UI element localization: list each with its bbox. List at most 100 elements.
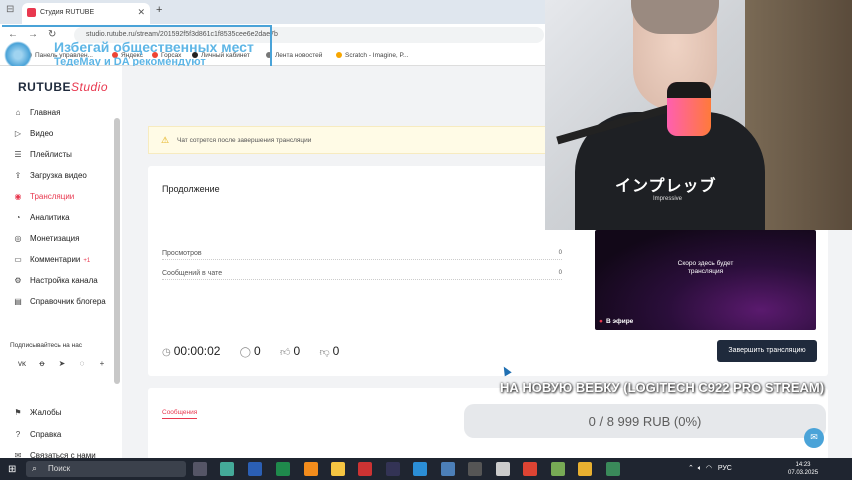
vk-icon[interactable]: ᴠᴋ bbox=[12, 359, 32, 368]
sidebar-item-label: Плейлисты bbox=[30, 150, 72, 159]
app-icon[interactable] bbox=[523, 462, 537, 476]
sidebar-item-blogger-guide[interactable]: ▤ Справочник блогера bbox=[12, 297, 106, 306]
network-icon[interactable]: ◠ bbox=[706, 465, 712, 472]
sidebar-item-playlists[interactable]: ☰ Плейлисты bbox=[12, 150, 72, 159]
vlc-icon[interactable] bbox=[304, 462, 318, 476]
sidebar-item-label: Главная bbox=[30, 108, 61, 117]
timer: ◷ 00:00:02 bbox=[162, 344, 220, 358]
viber-icon[interactable]: ◌ bbox=[72, 359, 92, 368]
dislikes-count: 👎︎ 0 bbox=[320, 344, 340, 358]
tray-chevron-icon[interactable]: ⌃ bbox=[688, 465, 694, 472]
clock-icon: ◷ bbox=[162, 347, 171, 358]
sidebar-item-label: Настройка канала bbox=[30, 276, 98, 285]
taskbar-search[interactable]: ⌕ Поиск bbox=[26, 461, 186, 477]
sidebar-item-label: Аналитика bbox=[30, 213, 70, 222]
sidebar-item-help[interactable]: ? Справка bbox=[12, 430, 62, 439]
sidebar-scrollbar[interactable] bbox=[114, 118, 120, 384]
app-icon[interactable] bbox=[551, 462, 565, 476]
sidebar-item-monetization[interactable]: ◎ Монетизация bbox=[12, 234, 80, 243]
screen: ⊟ Студия RUTUBE ✕ + ← → ↻ studio.rutube.… bbox=[0, 0, 852, 480]
telegram-icon[interactable]: ➤ bbox=[52, 359, 72, 368]
chrome-icon[interactable] bbox=[578, 462, 592, 476]
excel-icon[interactable] bbox=[276, 462, 290, 476]
settings-icon: ⚙ bbox=[14, 276, 22, 285]
sidebar-item-label: Комментарии bbox=[30, 255, 81, 264]
sidebar-item-video[interactable]: ▷ Видео bbox=[12, 129, 53, 138]
rutube-app-icon[interactable] bbox=[468, 462, 482, 476]
sidebar-item-label: Трансляции bbox=[30, 192, 75, 201]
edge-icon[interactable] bbox=[413, 462, 427, 476]
tab-actions-icon[interactable]: ⊟ bbox=[6, 4, 14, 15]
tab-close-icon[interactable]: ✕ bbox=[137, 7, 145, 18]
viewers-value: 0 bbox=[254, 344, 261, 358]
follow-us-label: Подписывайтесь на нас bbox=[10, 342, 83, 349]
more-icon[interactable]: + bbox=[92, 359, 112, 368]
sidebar-item-comments[interactable]: ▭ Комментарии +1 bbox=[12, 255, 90, 264]
upload-icon: ⇪ bbox=[14, 171, 22, 180]
sidebar-item-upload[interactable]: ⇪ Загрузка видео bbox=[12, 171, 87, 180]
search-icon: ⌕ bbox=[32, 463, 38, 473]
clock-date: 07.03.2025 bbox=[788, 470, 819, 476]
ok-icon[interactable]: ꝋ bbox=[32, 359, 52, 368]
sidebar-item-label: Монетизация bbox=[30, 234, 80, 243]
app-icon[interactable] bbox=[441, 462, 455, 476]
sidebar-item-streams[interactable]: ◉ Трансляции bbox=[12, 192, 75, 201]
end-stream-button[interactable]: Завершить трансляцию bbox=[717, 340, 817, 362]
windows-start-icon[interactable]: ⊞ bbox=[8, 464, 16, 475]
shirt-print-sub: Impressive bbox=[653, 196, 683, 202]
sidebar: RUTUBEStudio ⌂ Главная ▷ Видео ☰ Плейлисты … bbox=[0, 66, 122, 460]
scratch-icon bbox=[336, 52, 342, 58]
logo-sub: Studio bbox=[71, 80, 109, 94]
sidebar-item-complaints[interactable]: ⚑ Жалобы bbox=[12, 408, 61, 417]
home-icon: ⌂ bbox=[15, 108, 21, 117]
search-placeholder: Поиск bbox=[48, 464, 71, 473]
stat-label: Просмотров bbox=[162, 250, 202, 257]
analytics-icon: ◔ bbox=[15, 213, 21, 222]
sidebar-item-label: Справка bbox=[30, 430, 62, 439]
pdf-icon[interactable] bbox=[358, 462, 372, 476]
flag-icon: ⚑ bbox=[14, 408, 22, 417]
app-icon[interactable] bbox=[220, 462, 234, 476]
logo-main: RUTUBE bbox=[18, 80, 71, 94]
dislikes-value: 0 bbox=[332, 344, 340, 358]
bookmark-label: Лента новостей bbox=[275, 52, 323, 59]
taskbar-clock[interactable]: 14:23 07.03.2025 bbox=[788, 461, 818, 477]
shirt-print: インプレッブ bbox=[615, 178, 717, 195]
obs-icon[interactable] bbox=[496, 462, 510, 476]
word-icon[interactable] bbox=[248, 462, 262, 476]
stream-preview[interactable]: Скоро здесь будет трансляция ● В эфире bbox=[595, 230, 816, 330]
stream-counters: ◷ 00:00:02 ◯ 0 👍︎ 0 👎︎ 0 bbox=[162, 344, 355, 358]
preview-text-1: Скоро здесь будет bbox=[677, 260, 734, 267]
comments-icon: ▭ bbox=[14, 255, 22, 264]
chrome-active-icon[interactable] bbox=[606, 462, 620, 476]
sidebar-item-analytics[interactable]: ◔ Аналитика bbox=[12, 213, 70, 222]
likes-value: 0 bbox=[293, 344, 301, 358]
chat-support-icon[interactable]: ✉ bbox=[804, 428, 824, 448]
comments-badge: +1 bbox=[83, 258, 91, 264]
sidebar-item-label: Загрузка видео bbox=[30, 171, 87, 180]
stat-label: Сообщений в чате bbox=[162, 270, 223, 277]
help-icon: ? bbox=[15, 430, 21, 439]
stat-chat-messages: Сообщений в чате 0 bbox=[162, 270, 562, 280]
bookmark-item[interactable]: Scratch - Imagine, P... bbox=[336, 52, 408, 59]
video-icon: ▷ bbox=[14, 129, 22, 138]
sidebar-item-home[interactable]: ⌂ Главная bbox=[12, 108, 61, 117]
broadcast-icon: ◉ bbox=[14, 192, 22, 201]
money-icon: ◎ bbox=[14, 234, 22, 243]
media-player-icon[interactable] bbox=[386, 462, 400, 476]
flower-icon bbox=[4, 41, 32, 69]
browser-tab-active[interactable]: Студия RUTUBE ✕ bbox=[22, 3, 150, 24]
rutube-studio-logo[interactable]: RUTUBEStudio bbox=[18, 80, 108, 94]
bookmark-item[interactable]: Лента новостей bbox=[266, 52, 322, 59]
folder-icon[interactable] bbox=[331, 462, 345, 476]
sidebar-item-label: Справочник блогера bbox=[30, 297, 106, 306]
new-tab-icon[interactable]: + bbox=[156, 4, 162, 16]
volume-icon[interactable]: 🔈︎ bbox=[698, 465, 702, 472]
likes-count: 👍︎ 0 bbox=[280, 344, 300, 358]
language-indicator[interactable]: РУС bbox=[718, 465, 732, 472]
tab-messages[interactable]: Сообщения bbox=[162, 409, 198, 419]
sidebar-item-channel-settings[interactable]: ⚙ Настройка канала bbox=[12, 276, 98, 285]
stat-value: 0 bbox=[558, 270, 562, 276]
task-view-icon[interactable] bbox=[193, 462, 207, 476]
sidebar-item-label: Жалобы bbox=[30, 408, 62, 417]
